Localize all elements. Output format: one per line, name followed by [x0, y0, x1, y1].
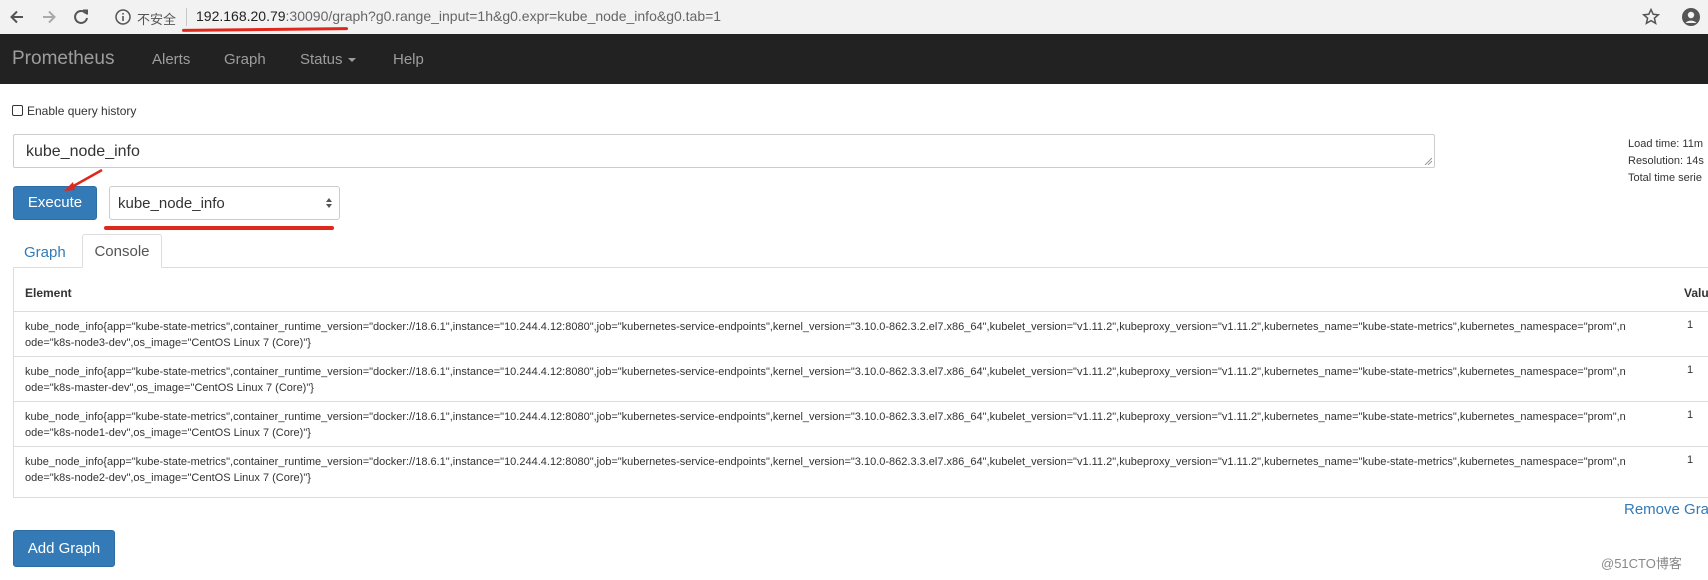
annotation-underline-url — [181, 27, 349, 32]
table-row: kube_node_info{app="kube-state-metrics",… — [14, 311, 1708, 357]
bookmark-star-icon[interactable] — [1640, 6, 1662, 28]
row-element: kube_node_info{app="kube-state-metrics",… — [25, 321, 1626, 349]
results-table: Element Valu kube_node_info{app="kube-st… — [13, 268, 1708, 498]
nav-help[interactable]: Help — [393, 51, 424, 68]
expression-input[interactable]: kube_node_info — [13, 134, 1435, 168]
row-value: 1 — [1687, 364, 1694, 376]
row-element: kube_node_info{app="kube-state-metrics",… — [25, 366, 1626, 394]
remove-graph-link[interactable]: Remove Gra — [1624, 501, 1708, 518]
expression-text: kube_node_info — [26, 143, 140, 160]
url-text[interactable]: 192.168.20.79:30090/graph?g0.range_input… — [196, 8, 721, 24]
url-separator — [186, 8, 187, 26]
row-value: 1 — [1687, 409, 1694, 421]
row-value: 1 — [1687, 454, 1694, 466]
nav-status-dropdown[interactable]: Status — [300, 51, 356, 68]
query-history-toggle[interactable]: Enable query history — [12, 104, 136, 118]
watermark: @51CTO博客 — [1601, 556, 1682, 571]
info-icon[interactable] — [114, 8, 132, 26]
table-row: kube_node_info{app="kube-state-metrics",… — [14, 401, 1708, 447]
row-element: kube_node_info{app="kube-state-metrics",… — [25, 411, 1626, 439]
resize-grip-icon[interactable] — [1424, 157, 1432, 165]
row-element: kube_node_info{app="kube-state-metrics",… — [25, 456, 1626, 484]
url-path: :30090/graph?g0.range_input=1h&g0.expr=k… — [285, 8, 722, 24]
tab-graph[interactable]: Graph — [24, 244, 66, 261]
brand-link[interactable]: Prometheus — [12, 48, 114, 70]
metric-select[interactable]: kube_node_info — [109, 186, 340, 220]
add-graph-button[interactable]: Add Graph — [13, 530, 115, 567]
column-header-element: Element — [25, 286, 72, 300]
history-checkbox[interactable] — [12, 105, 23, 116]
query-stats: Load time: 11m Resolution: 14s Total tim… — [1628, 136, 1704, 187]
total-series: Total time serie — [1628, 172, 1702, 184]
forward-arrow-icon[interactable] — [38, 6, 60, 28]
history-label: Enable query history — [27, 104, 137, 118]
account-icon[interactable] — [1680, 6, 1702, 28]
nav-status-label: Status — [300, 51, 343, 68]
browser-toolbar: 不安全 192.168.20.79:30090/graph?g0.range_i… — [0, 0, 1708, 35]
resolution: Resolution: 14s — [1628, 155, 1704, 167]
insecure-label: 不安全 — [137, 12, 177, 27]
url-host: 192.168.20.79 — [196, 8, 286, 24]
nav-alerts[interactable]: Alerts — [152, 51, 190, 68]
nav-graph[interactable]: Graph — [224, 51, 266, 68]
table-row: kube_node_info{app="kube-state-metrics",… — [14, 446, 1708, 492]
tab-console[interactable]: Console — [82, 234, 162, 268]
select-arrows-icon — [326, 198, 332, 208]
back-arrow-icon[interactable] — [6, 6, 28, 28]
caret-down-icon — [347, 58, 356, 63]
annotation-underline-select — [104, 226, 334, 230]
table-row: kube_node_info{app="kube-state-metrics",… — [14, 356, 1708, 402]
metric-select-value: kube_node_info — [118, 195, 225, 212]
top-navbar: Prometheus Alerts Graph Status Help — [0, 34, 1708, 84]
address-bar[interactable]: 不安全 192.168.20.79:30090/graph?g0.range_i… — [104, 4, 1664, 30]
reload-icon[interactable] — [70, 6, 92, 28]
column-header-value: Valu — [1684, 286, 1708, 300]
row-value: 1 — [1687, 319, 1694, 331]
load-time: Load time: 11m — [1628, 138, 1704, 150]
annotation-arrow-icon — [64, 168, 103, 191]
